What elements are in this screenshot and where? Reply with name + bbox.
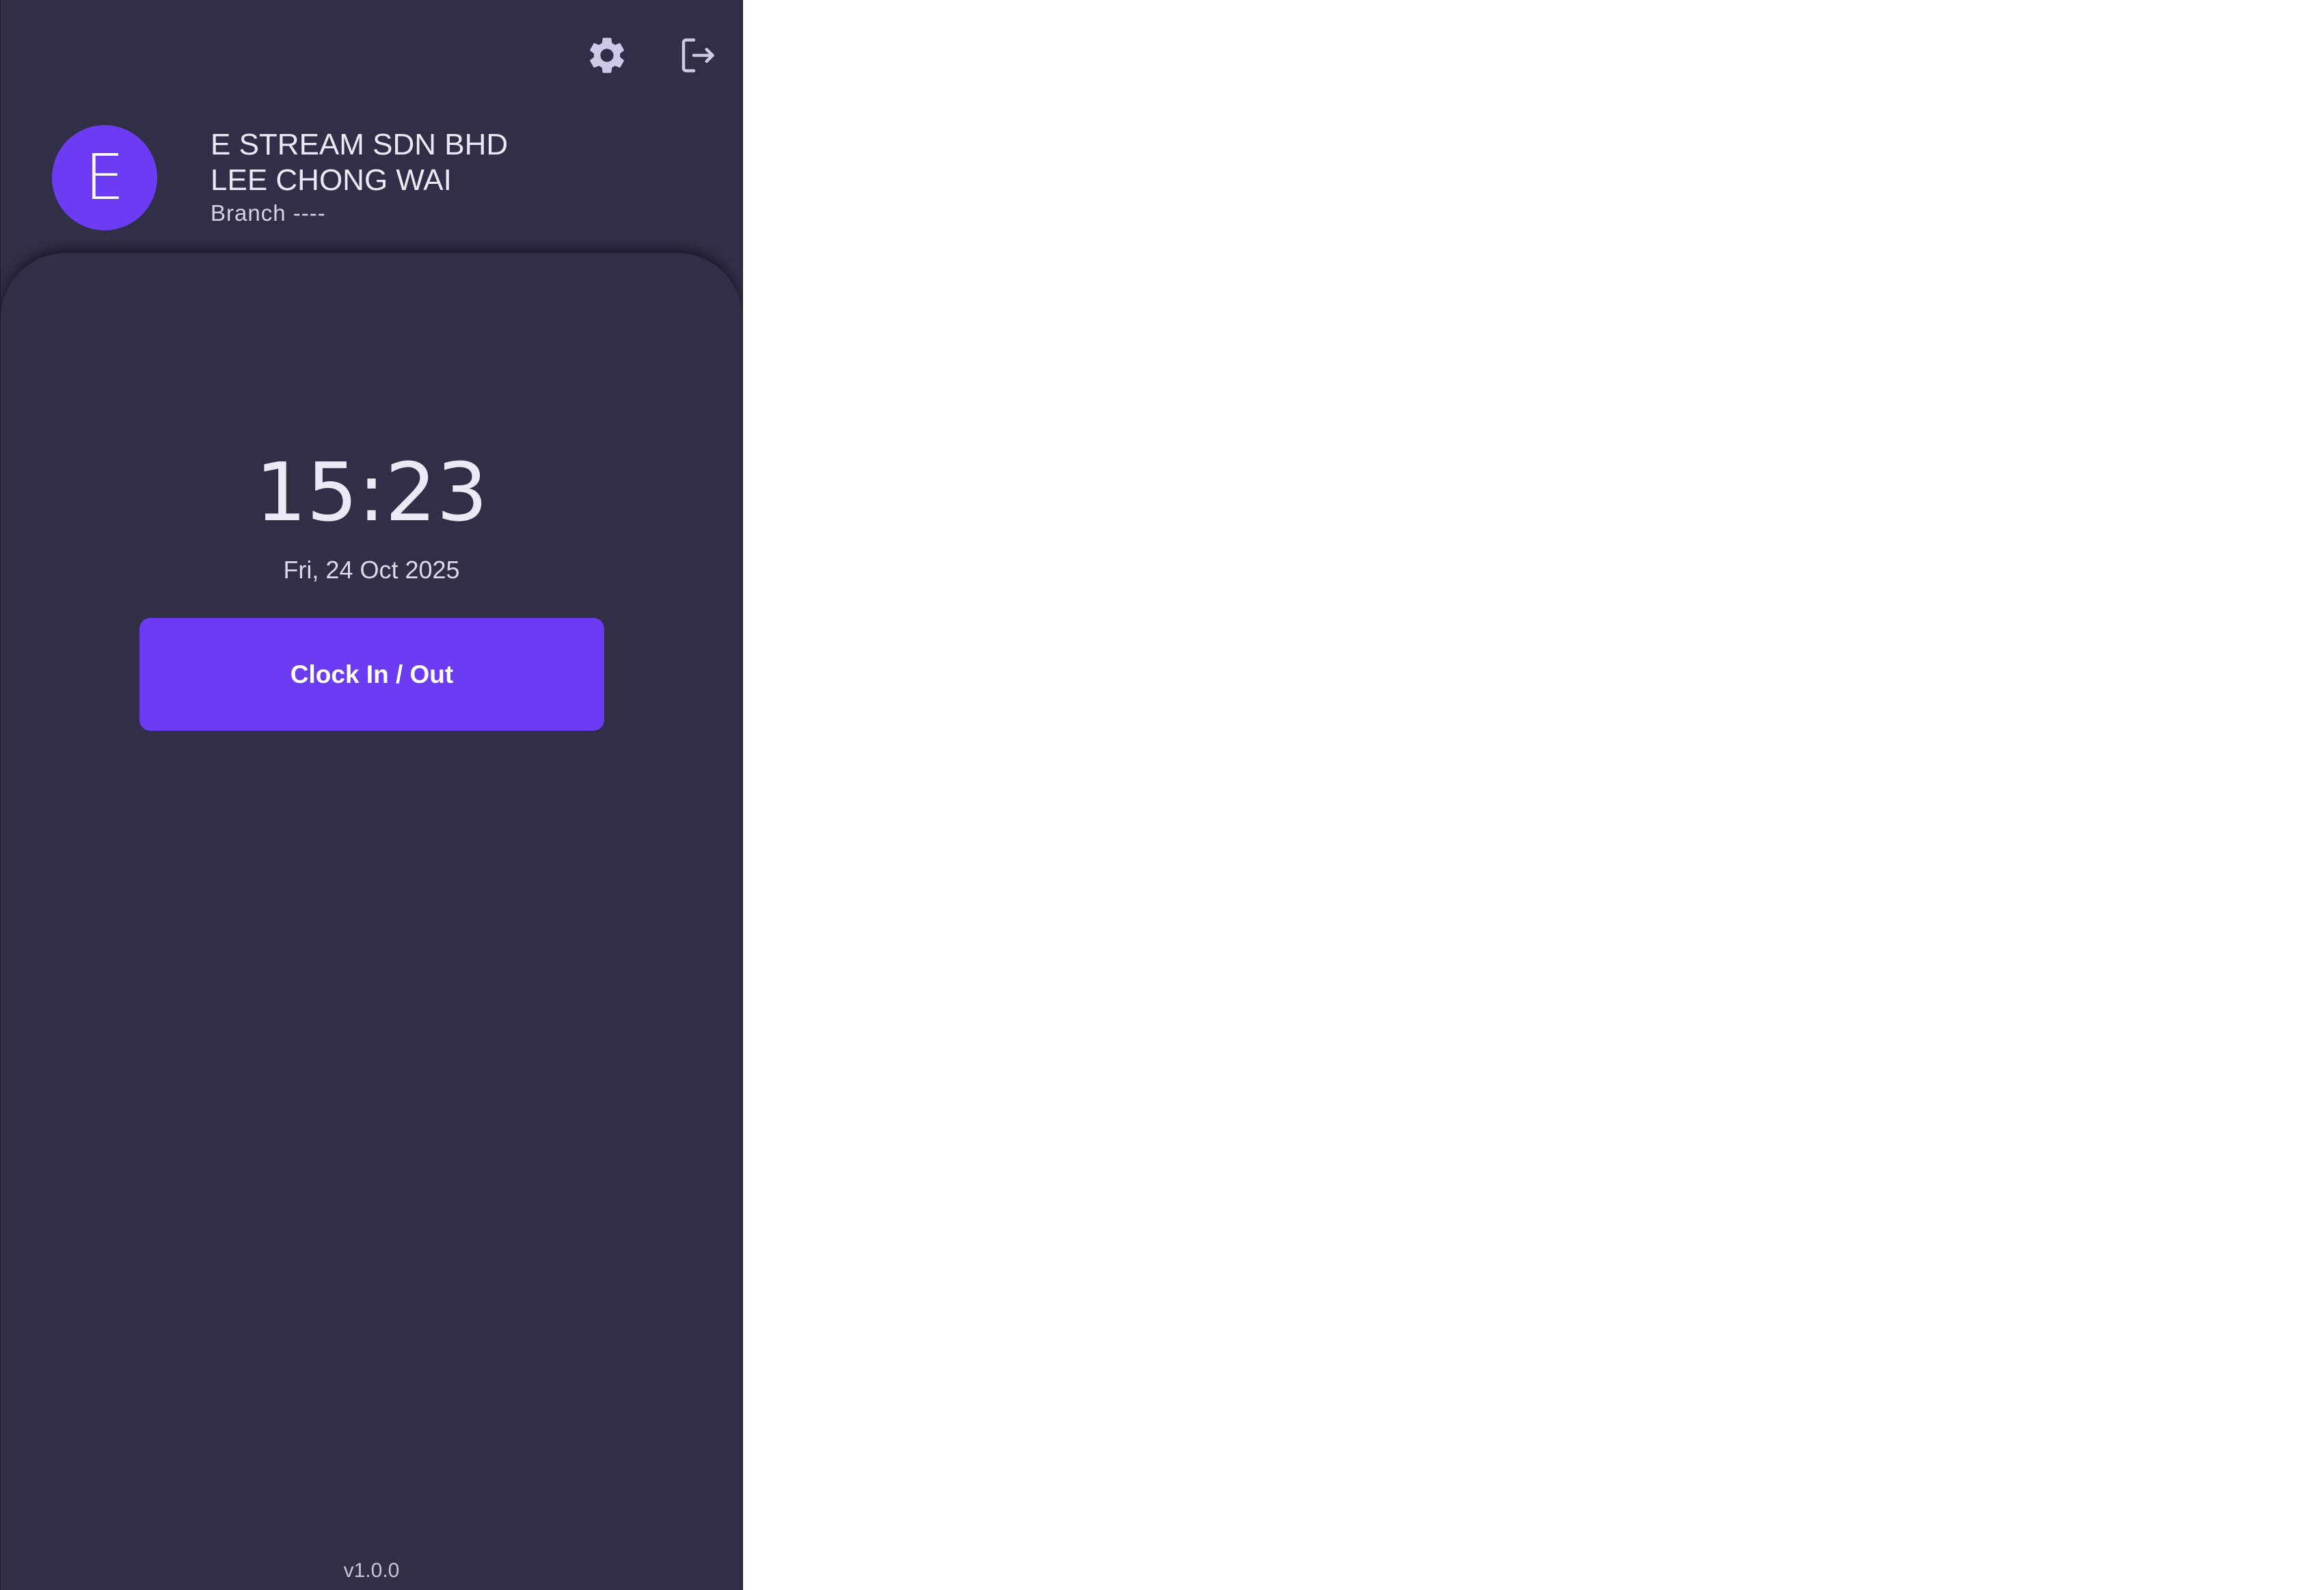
clock-time: 15:23 <box>255 445 488 539</box>
company-name: E STREAM SDN BHD <box>211 128 509 161</box>
logout-icon <box>677 35 718 79</box>
app-window: E E STREAM SDN BHD LEE CHONG WAI Branch … <box>0 0 743 1590</box>
clock-in-out-button[interactable]: Clock In / Out <box>139 618 604 731</box>
branch-label: Branch ---- <box>211 200 326 226</box>
clock-date: Fri, 24 Oct 2025 <box>283 556 460 584</box>
clock-in-out-label: Clock In / Out <box>290 660 454 688</box>
avatar: E <box>52 125 157 230</box>
header: E E STREAM SDN BHD LEE CHONG WAI Branch … <box>1 0 742 260</box>
gear-icon <box>585 33 629 81</box>
logout-button[interactable] <box>666 26 728 87</box>
user-name: LEE CHONG WAI <box>211 163 452 197</box>
settings-button[interactable] <box>576 26 638 87</box>
version-label: v1.0.0 <box>343 1559 400 1582</box>
